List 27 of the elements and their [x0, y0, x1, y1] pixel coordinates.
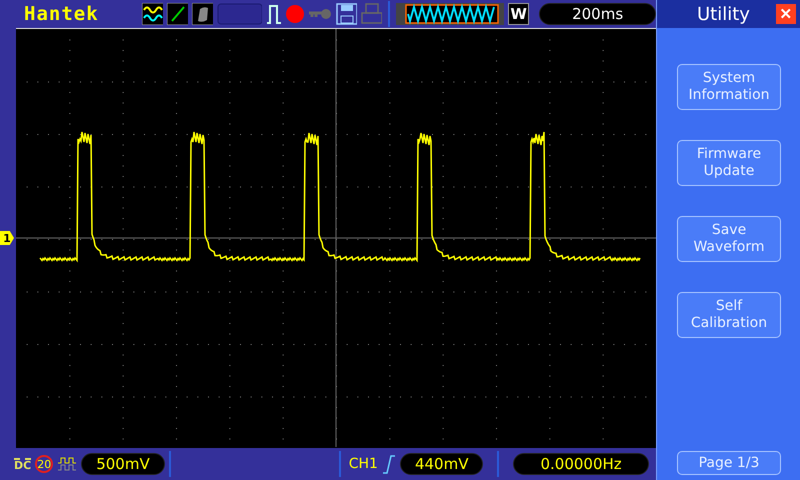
key-icon: [308, 7, 332, 21]
menu-title: Utility: [697, 4, 750, 24]
line-icon[interactable]: [166, 3, 188, 25]
brand-logo: Hantek: [24, 3, 100, 25]
wave-icon[interactable]: [142, 3, 163, 25]
bandwidth-limit-badge: 20: [35, 455, 54, 473]
rising-edge-icon: [382, 454, 396, 474]
square-wave-icon: [57, 457, 78, 471]
smear-icon[interactable]: [192, 3, 214, 25]
menu-button[interactable]: Firmware Update: [677, 140, 781, 186]
close-button[interactable]: ✕: [776, 4, 796, 24]
record-dot-icon: [285, 4, 304, 24]
waveform-overview-icon: [396, 3, 504, 25]
window-mark: W: [508, 3, 530, 25]
menu-button[interactable]: System Information: [677, 64, 781, 110]
frequency-readout: 0.00000Hz: [513, 453, 649, 475]
channel-marker[interactable]: 1: [0, 231, 14, 245]
trigger-level-readout: 440mV: [400, 453, 484, 475]
menu-button[interactable]: Self Calibration: [677, 292, 781, 338]
timebase-readout: 200ms: [539, 3, 656, 25]
coupling-label: DC: [14, 458, 32, 470]
pulse-icon: [266, 3, 282, 25]
volts-per-div-readout: 500mV: [81, 453, 165, 475]
menu-button[interactable]: Save Waveform: [677, 216, 781, 262]
empty-indicator-icon: [217, 3, 262, 25]
trigger-source-label: CH1: [348, 456, 378, 472]
page-button[interactable]: Page 1/3: [677, 451, 781, 475]
